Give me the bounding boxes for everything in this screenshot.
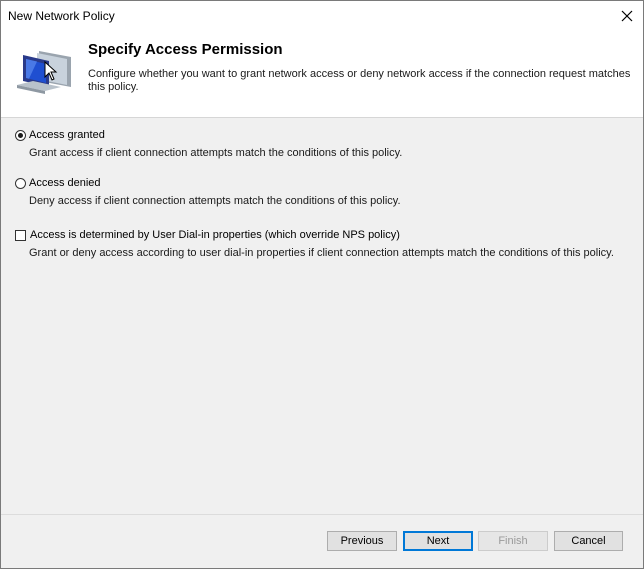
title-bar: New Network Policy: [1, 1, 643, 31]
option-access-granted: Access granted Grant access if client co…: [15, 128, 402, 159]
dial-in-properties-label[interactable]: Access is determined by User Dial-in pro…: [30, 229, 400, 241]
access-denied-description: Deny access if client connection attempt…: [29, 195, 401, 207]
previous-button[interactable]: Previous: [327, 531, 397, 551]
access-granted-description: Grant access if client connection attemp…: [29, 147, 403, 159]
wizard-header: Specify Access Permission Configure whet…: [1, 31, 643, 118]
page-description: Configure whether you want to grant netw…: [88, 68, 631, 93]
cancel-button[interactable]: Cancel: [554, 531, 623, 551]
access-denied-label[interactable]: Access denied: [29, 177, 101, 189]
access-denied-radio[interactable]: [15, 177, 26, 189]
dial-in-properties-description: Grant or deny access according to user d…: [29, 247, 614, 259]
window-title: New Network Policy: [8, 9, 115, 23]
footer-divider: [1, 514, 643, 515]
option-dial-in-properties: Access is determined by User Dial-in pro…: [15, 228, 614, 259]
option-access-denied: Access denied Deny access if client conn…: [15, 176, 401, 207]
finish-button[interactable]: Finish: [478, 531, 548, 551]
close-button[interactable]: [611, 1, 643, 31]
dial-in-properties-checkbox[interactable]: [15, 229, 26, 241]
access-granted-radio[interactable]: [15, 129, 26, 141]
close-icon: [621, 10, 633, 22]
access-granted-label[interactable]: Access granted: [29, 129, 105, 141]
next-button[interactable]: Next: [403, 531, 473, 551]
page-title: Specify Access Permission: [88, 41, 283, 58]
mouse-cursor-icon: [44, 61, 58, 81]
new-network-policy-dialog: New Network Policy Specify Access Permis…: [0, 0, 644, 569]
